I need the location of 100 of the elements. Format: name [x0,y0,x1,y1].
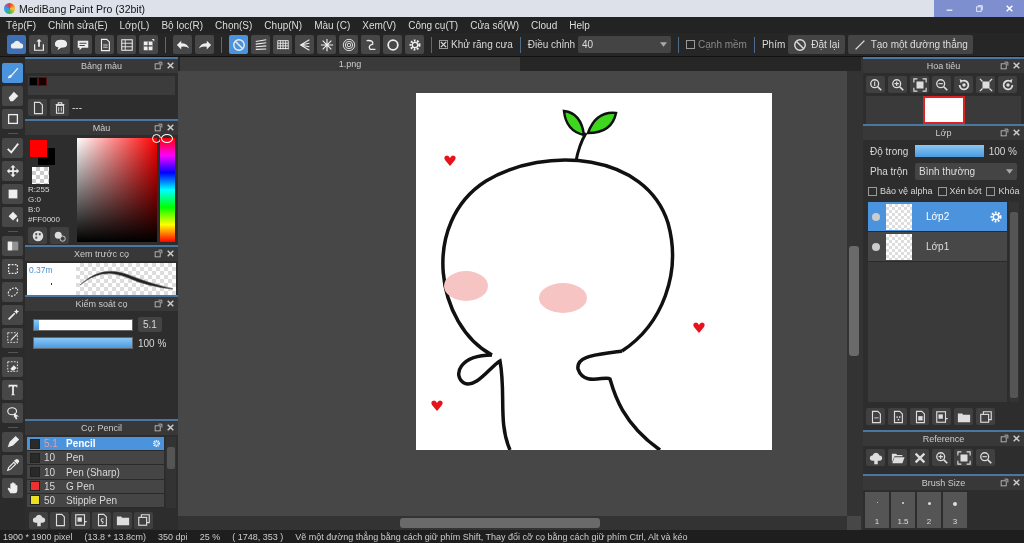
icon-button[interactable] [888,76,907,93]
icon-button[interactable] [910,449,929,466]
vertical-scrollbar[interactable] [847,71,861,516]
tool-button[interactable] [2,455,23,475]
layer-item[interactable]: Lớp1 [868,232,1007,262]
icon-button[interactable] [976,449,995,466]
tool-button[interactable] [2,138,23,158]
icon-button[interactable] [954,76,973,93]
brush-item[interactable]: 10 Pen [27,451,164,466]
brush-size-option[interactable]: 2 [917,492,941,528]
tool-button[interactable] [2,207,23,227]
tool-button[interactable] [2,357,23,377]
toolbar-button[interactable] [139,35,158,54]
menu-item[interactable]: Cửa sổ(W) [464,19,526,31]
blend-dropdown[interactable]: Bình thường [915,163,1017,180]
transparent-swatch[interactable] [32,167,49,184]
layer-opacity-slider[interactable] [915,145,984,157]
icon-button[interactable] [910,408,929,425]
toolbar-button[interactable] [95,35,114,54]
snap-button[interactable] [251,35,270,54]
color-swatch[interactable] [38,77,47,86]
icon-button[interactable] [866,449,885,466]
icon-button[interactable] [932,449,951,466]
tool-button[interactable] [2,86,23,106]
icon-button[interactable] [28,227,47,244]
snap-button[interactable] [339,35,358,54]
antialias-checkbox[interactable]: Khử răng cưa [439,39,513,50]
icon-button[interactable] [998,76,1017,93]
menu-item[interactable]: Xem(V) [356,19,403,31]
icon-button[interactable] [976,76,995,93]
snap-button[interactable] [405,35,424,54]
tool-button[interactable] [2,184,23,204]
brush-item[interactable]: 10 Pen (Sharp) [27,465,164,480]
tool-button[interactable] [2,161,23,181]
toolbar-button[interactable] [51,35,70,54]
opacity-slider[interactable] [33,337,133,349]
icon-button[interactable] [134,511,153,529]
icon-button[interactable] [50,99,69,116]
icon-button[interactable] [113,511,132,529]
navigator-thumbnail[interactable] [922,96,965,124]
tool-button[interactable] [2,259,23,279]
background-color-swatch[interactable] [38,148,55,165]
tool-button[interactable] [2,380,23,400]
toolbar-button[interactable] [117,35,136,54]
tool-button[interactable] [2,328,23,348]
icon-button[interactable] [50,511,69,529]
icon-button[interactable] [92,511,111,529]
layer-option-checkbox[interactable]: Bảo vệ alpha [868,186,933,196]
color-swatch[interactable] [29,77,38,86]
toolbar-button[interactable] [7,35,26,54]
menu-item[interactable]: Tệp(F) [0,19,42,31]
brush-size-option[interactable]: 1 [865,492,889,528]
icon-button[interactable] [888,408,907,425]
snap-button[interactable] [273,35,292,54]
menu-item[interactable]: Help [563,19,596,31]
icon-button[interactable] [29,511,48,529]
horizontal-scrollbar[interactable] [178,516,847,530]
redo-button[interactable] [195,35,214,54]
foreground-color-swatch[interactable] [30,140,47,157]
icon-button[interactable] [71,511,90,529]
tool-button[interactable] [2,403,23,423]
visibility-toggle[interactable] [872,212,880,221]
layer-option-checkbox[interactable]: Khóa [986,186,1020,196]
tool-button[interactable] [2,432,23,452]
tool-button[interactable] [2,109,23,129]
menu-item[interactable]: Cloud [525,19,564,31]
toolbar-button[interactable] [29,35,48,54]
reset-button[interactable]: Đặt lại [788,35,845,54]
icon-button[interactable] [976,408,995,425]
size-slider[interactable] [33,318,133,331]
menu-item[interactable]: Lớp(L) [113,19,156,31]
menu-item[interactable]: Chụp(N) [258,19,309,31]
menu-item[interactable]: Công cụ(T) [402,19,465,31]
tool-button[interactable] [2,236,23,256]
menu-item[interactable]: Bộ lọc(R) [155,19,210,31]
snap-button[interactable] [295,35,314,54]
icon-button[interactable] [866,408,885,425]
icon-button[interactable] [932,408,951,425]
icon-button[interactable] [888,449,907,466]
menu-item[interactable]: Chỉnh sửa(E) [42,19,114,31]
tool-button[interactable] [2,282,23,302]
menu-item[interactable]: Màu (C) [308,19,357,31]
correction-dropdown[interactable]: 40 [578,36,672,53]
visibility-toggle[interactable] [872,242,880,251]
canvas-page[interactable] [416,93,772,450]
undo-button[interactable] [173,35,192,54]
tool-button[interactable] [2,478,23,498]
layer-option-checkbox[interactable]: Xén bớt [937,186,982,196]
brush-size-option[interactable]: 3 [943,492,967,528]
snap-button[interactable] [361,35,380,54]
scrollbar[interactable] [1009,202,1019,402]
icon-button[interactable] [932,76,951,93]
soft-edge-checkbox[interactable]: Cạnh mềm [686,39,747,50]
straight-line-button[interactable]: Tạo một đường thẳng [847,35,973,54]
menu-item[interactable]: Chọn(S) [209,19,259,31]
toolbar-button[interactable] [73,35,92,54]
document-tab[interactable]: 1.png [180,57,520,71]
icon-button[interactable] [28,99,47,116]
tool-button[interactable] [2,305,23,325]
icon-button[interactable] [50,227,69,244]
